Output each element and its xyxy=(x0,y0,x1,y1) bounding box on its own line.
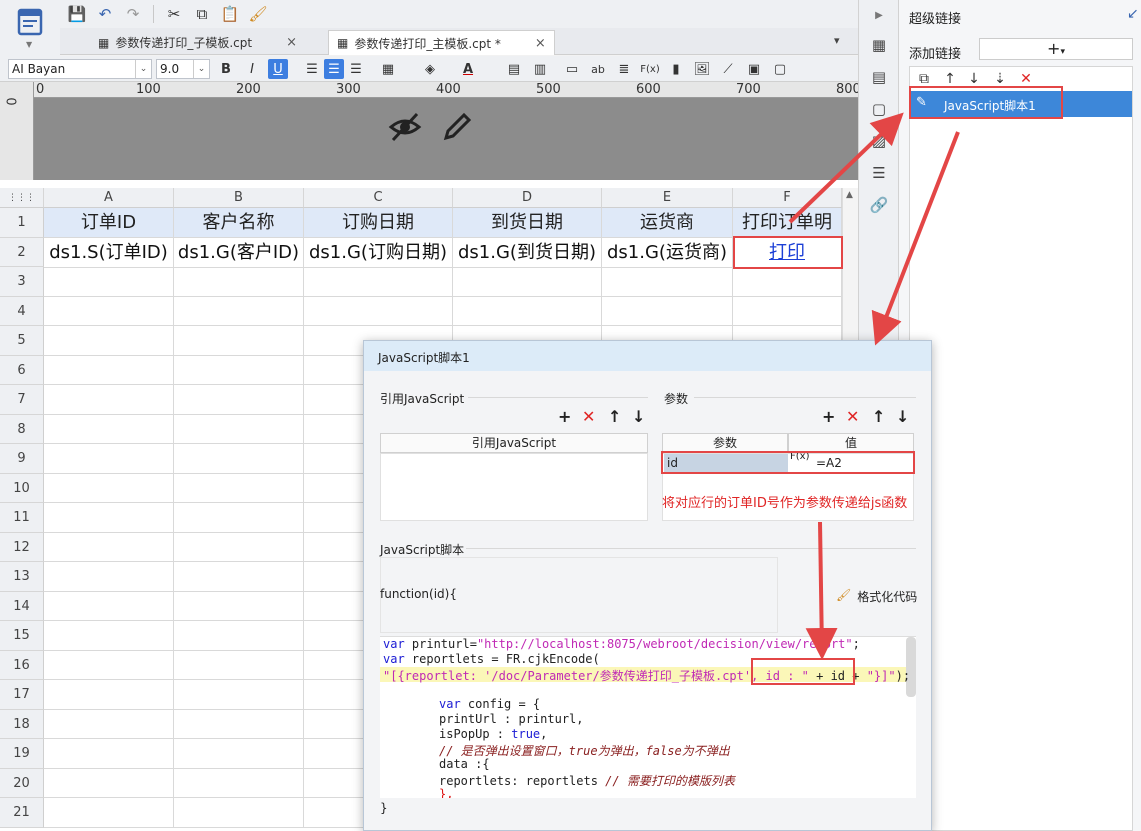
arrow-to-dialog xyxy=(871,131,960,346)
arrow-to-panel xyxy=(788,112,904,224)
annotation-arrows xyxy=(788,112,960,660)
arrow-to-code xyxy=(805,521,838,660)
